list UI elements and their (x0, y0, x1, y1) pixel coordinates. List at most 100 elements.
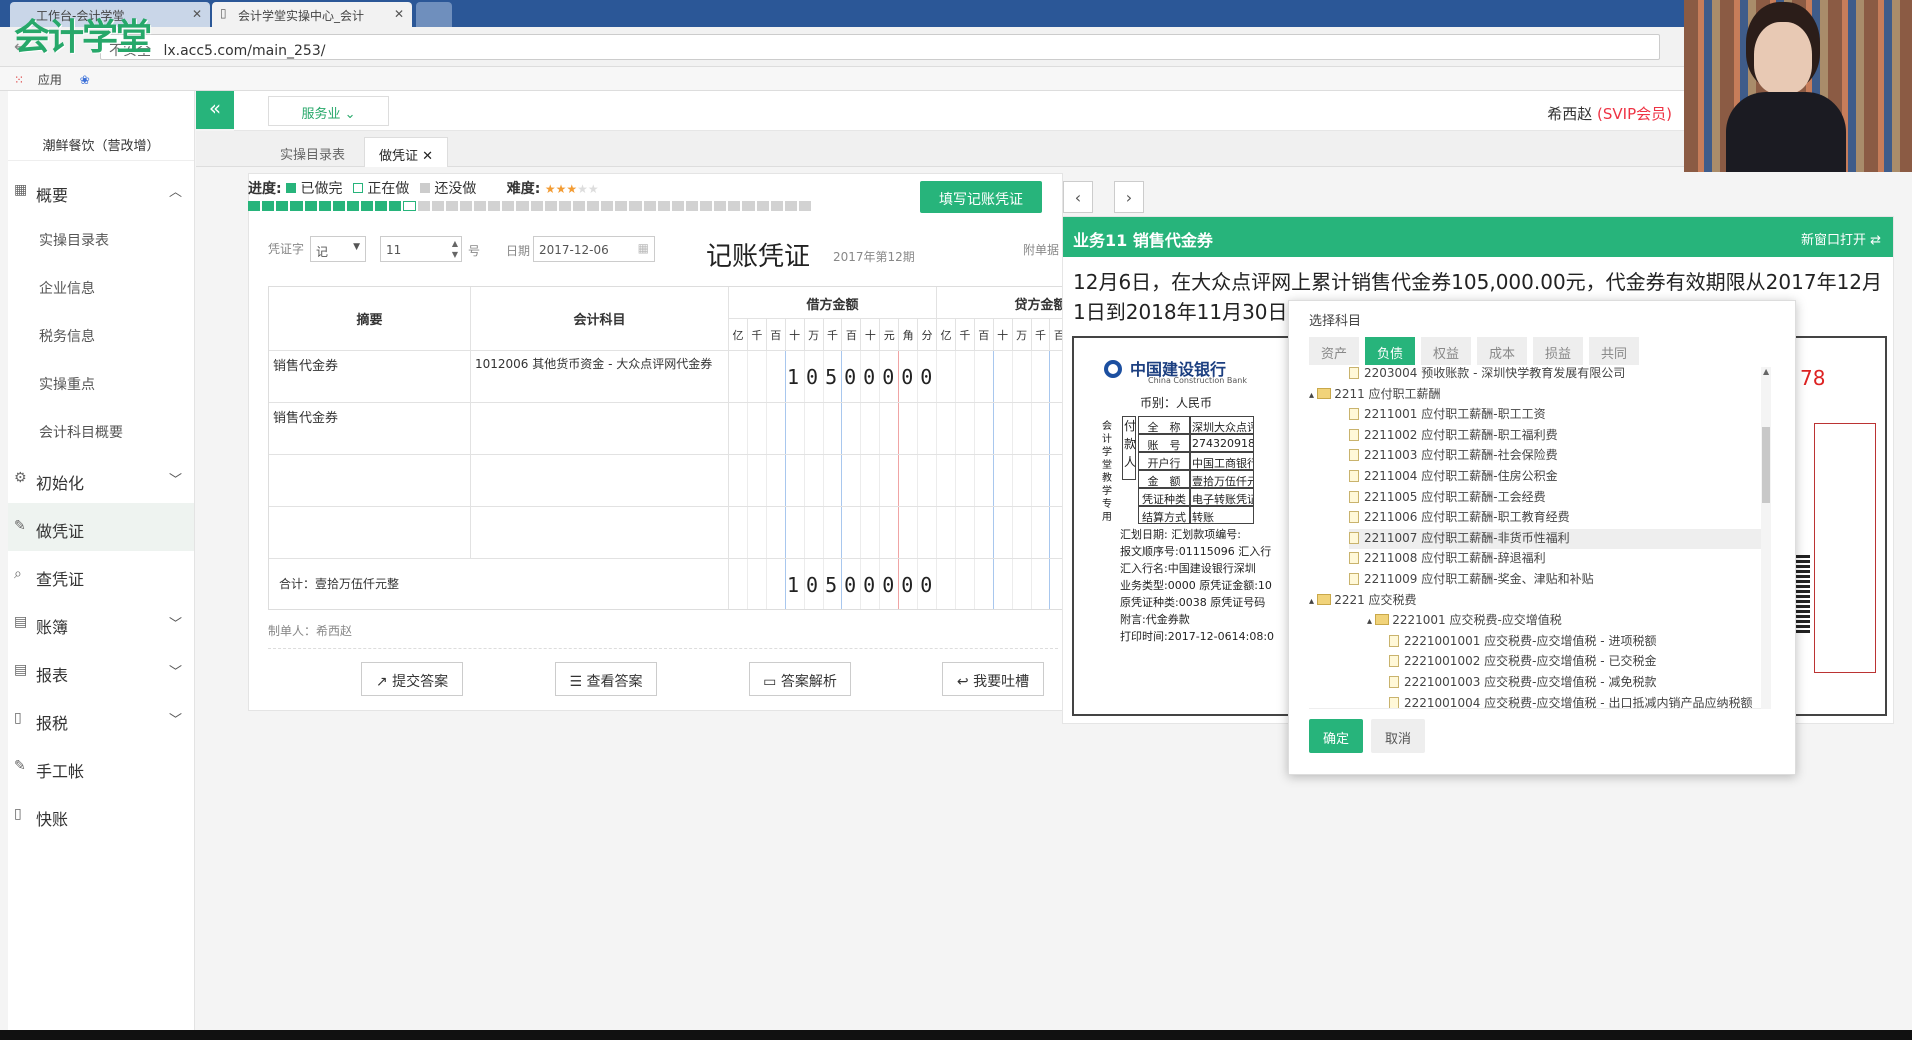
apps-grid-icon[interactable]: ⁙ (14, 73, 24, 87)
tree-item[interactable]: 2211009 应付职工薪酬-奖金、津贴和补贴 (1349, 570, 1769, 590)
new-window-link[interactable]: 新窗口打开 ⇄ (1801, 229, 1881, 248)
sidebar-group-ledger[interactable]: ▤ 账簿 ﹀ (8, 599, 194, 647)
progress-segment (346, 201, 359, 211)
view-answer-button[interactable]: ☰ 查看答案 (555, 662, 657, 696)
tree-folder[interactable]: ▴ 2221001 应交税费-应交增值税 (1367, 611, 1769, 631)
sidebar-group-query-voucher[interactable]: ⌕ 查凭证 (8, 551, 194, 599)
sidebar-item-accounts[interactable]: 会计科目概要 (8, 407, 194, 455)
tree-item[interactable]: 2211008 应付职工薪酬-辞退福利 (1349, 549, 1769, 569)
dialog-title: 选择科目 (1309, 314, 1362, 329)
row4-account[interactable] (471, 507, 729, 559)
subject-tab[interactable]: 权益 (1421, 337, 1471, 365)
subject-tab[interactable]: 损益 (1533, 337, 1583, 365)
industry-label: 服务业 (301, 107, 341, 122)
subject-tab[interactable]: 成本 (1477, 337, 1527, 365)
sidebar-item-key-points[interactable]: 实操重点 (8, 359, 194, 407)
progress-segment (742, 201, 755, 211)
presenter-face (1754, 22, 1812, 94)
sidebar-item-catalog[interactable]: 实操目录表 (8, 215, 194, 263)
screen: 工作台-会计学堂 ✕ ▯ 会计学堂实操中心_会计 ✕ ← 不安全 lx.acc5… (0, 0, 1912, 1040)
user-name: 希西赵 (1547, 105, 1593, 123)
voucher-word-select[interactable]: 记 ▼ (310, 236, 366, 262)
expand-arrow-icon[interactable]: ▴ (1367, 616, 1375, 627)
row2-summary[interactable]: 销售代金券 (269, 403, 471, 455)
tree-item[interactable]: 2211002 应付职工薪酬-职工福利费 (1349, 426, 1769, 446)
sidebar-group-overview[interactable]: ▦ 概要 ︿ (8, 167, 194, 215)
cancel-button[interactable]: 取消 (1371, 719, 1425, 753)
close-icon[interactable]: ✕ (192, 7, 202, 21)
tree-scrollbar[interactable] (1761, 367, 1771, 709)
tree-item[interactable]: 2203004 预收账款 - 深圳快学教育发展有限公司 (1349, 367, 1769, 384)
tree-item[interactable]: 2211004 应付职工薪酬-住房公积金 (1349, 467, 1769, 487)
row4-summary[interactable] (269, 507, 471, 559)
tree-item[interactable]: 2211005 应付职工薪酬-工会经费 (1349, 488, 1769, 508)
fill-voucher-button[interactable]: 填写记账凭证 (920, 181, 1042, 213)
progress-segment (332, 201, 345, 211)
tree-item[interactable]: 2221001001 应交税费-应交增值税 - 进项税额 (1389, 632, 1769, 652)
subject-tab[interactable]: 资产 (1309, 337, 1359, 365)
expand-arrow-icon[interactable]: ▴ (1309, 596, 1317, 607)
sidebar-group-reports[interactable]: ▤ 报表 ﹀ (8, 647, 194, 695)
row1-summary[interactable]: 销售代金券 (269, 351, 471, 403)
sidebar-group-label: 初始化 (36, 474, 85, 493)
tree-item[interactable]: 2211001 应付职工薪酬-职工工资 (1349, 405, 1769, 425)
baidu-icon[interactable]: ❀ (80, 73, 90, 87)
progress-segment (290, 201, 303, 211)
tree-item[interactable]: 2221001002 应交税费-应交增值税 - 已交税金 (1389, 652, 1769, 672)
tree-folder[interactable]: ▴ 2221 应交税费 (1309, 591, 1769, 611)
collapse-sidebar-button[interactable]: « (196, 91, 234, 129)
url-input[interactable]: 不安全 lx.acc5.com/main_253/ (100, 34, 1660, 60)
pen-icon: ✎ (14, 758, 26, 774)
tree-item[interactable]: 2211007 应付职工薪酬-非货币性福利 (1349, 528, 1769, 549)
progress-segment (544, 201, 557, 211)
voucher-number-input[interactable]: 11 ▲ ▼ (380, 236, 462, 262)
next-button[interactable]: › (1114, 181, 1144, 213)
feedback-button[interactable]: ↩ 我要吐槽 (942, 662, 1044, 696)
currency: 币别：人民币 (1140, 396, 1213, 410)
close-icon[interactable]: ✕ (422, 149, 433, 164)
industry-select[interactable]: 服务业 ⌄ (268, 96, 389, 126)
bookmark-apps[interactable]: 应用 (38, 73, 62, 87)
calendar-icon[interactable]: ▦ (638, 241, 649, 255)
row1-debit-amount[interactable]: 10500000 (787, 365, 939, 389)
sidebar-group-init[interactable]: ⚙ 初始化 ﹀ (8, 455, 194, 503)
browser-new-tab[interactable] (416, 2, 452, 27)
scroll-thumb[interactable] (1762, 427, 1770, 503)
tab-make-voucher[interactable]: 做凭证 ✕ (364, 137, 449, 167)
sidebar-group-make-voucher[interactable]: ✎ 做凭证 (8, 503, 194, 551)
stepper-icon[interactable]: ▲ ▼ (452, 238, 458, 260)
prev-button[interactable]: ‹ (1063, 181, 1093, 213)
tree-folder[interactable]: ▴ 2211 应付职工薪酬 (1309, 385, 1769, 405)
close-icon[interactable]: ✕ (394, 7, 404, 21)
tree-item[interactable]: 2221001003 应交税费-应交增值税 - 减免税款 (1389, 673, 1769, 693)
button-label: 提交答案 (392, 674, 449, 690)
row2-account[interactable] (471, 403, 729, 455)
user-info[interactable]: 希西赵 (SVIP会员) (1547, 103, 1672, 124)
sidebar-item-company-info[interactable]: 企业信息 (8, 263, 194, 311)
presenter-body (1726, 92, 1846, 172)
chevron-up-icon: ︿ (168, 185, 182, 200)
confirm-button[interactable]: 确定 (1309, 719, 1363, 753)
subject-tab[interactable]: 负债 (1365, 337, 1415, 365)
sidebar-group-tax[interactable]: ▯ 报税 ﹀ (8, 695, 194, 743)
sidebar-item-tax-info[interactable]: 税务信息 (8, 311, 194, 359)
row1-account[interactable]: 1012006 其他货币资金 - 大众点评网代金券 (471, 351, 729, 403)
scroll-up-icon[interactable]: ▲ (1763, 367, 1769, 376)
sidebar-group-quick[interactable]: ▯ 快账 (8, 791, 194, 839)
row3-account[interactable] (471, 455, 729, 507)
tree-label: 2221 应交税费 (1334, 592, 1417, 607)
tree-item[interactable]: 2211006 应付职工薪酬-职工教育经费 (1349, 508, 1769, 528)
submit-answer-button[interactable]: ↗ 提交答案 (361, 662, 463, 696)
tab-catalog[interactable]: 实操目录表 (266, 137, 359, 167)
tree-item[interactable]: 2221001004 应交税费-应交增值税 - 出口抵减内销产品应纳税额 (1389, 694, 1769, 708)
row3-summary[interactable] (269, 455, 471, 507)
subject-tab[interactable]: 共同 (1589, 337, 1639, 365)
sidebar-group-manual[interactable]: ✎ 手工帐 (8, 743, 194, 791)
receipt-line: 原凭证种类:0038 原凭证号码 (1120, 596, 1266, 609)
date-input[interactable]: 2017-12-06 ▦ (533, 236, 655, 262)
browser-tab-practice[interactable]: ▯ 会计学堂实操中心_会计 ✕ (212, 2, 412, 27)
expand-arrow-icon[interactable]: ▴ (1309, 390, 1317, 401)
tree-item[interactable]: 2211003 应付职工薪酬-社会保险费 (1349, 446, 1769, 466)
answer-analysis-button[interactable]: ▭ 答案解析 (749, 662, 851, 696)
digit-header: 百 (842, 319, 862, 351)
